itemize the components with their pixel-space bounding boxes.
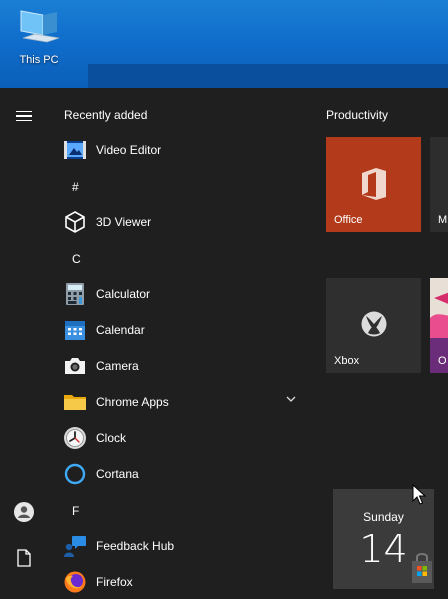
clock-icon: [62, 425, 88, 451]
document-icon: [17, 549, 31, 567]
expand-menu-button[interactable]: [0, 96, 48, 136]
app-cortana[interactable]: Cortana: [62, 456, 306, 492]
office-icon: [362, 168, 386, 200]
mouse-cursor-icon: [412, 484, 426, 505]
app-list: Recently added Video Editor # 3D Viewer …: [48, 88, 310, 599]
office-tile[interactable]: Office: [326, 137, 421, 232]
taskbar-strip: [88, 64, 448, 88]
start-rail: [0, 88, 48, 599]
xbox-tile[interactable]: Xbox: [326, 278, 421, 373]
computer-icon: [20, 10, 60, 43]
feedback-icon: [62, 533, 88, 559]
account-button[interactable]: [0, 492, 48, 532]
cube-icon: [62, 209, 88, 235]
app-firefox[interactable]: Firefox: [62, 564, 306, 599]
camera-icon: [62, 353, 88, 379]
start-menu: Recently added Video Editor # 3D Viewer …: [0, 88, 448, 599]
app-calendar[interactable]: Calendar: [62, 312, 306, 348]
productivity-group-title[interactable]: Productivity: [326, 108, 388, 122]
app-chrome-apps-folder[interactable]: Chrome Apps: [62, 384, 306, 420]
xbox-icon: [361, 311, 387, 337]
video-editor-icon: [62, 137, 88, 163]
letter-header-c[interactable]: C: [72, 252, 81, 266]
app-camera[interactable]: Camera: [62, 348, 306, 384]
app-video-editor[interactable]: Video Editor: [62, 132, 306, 168]
hamburger-icon: [16, 108, 32, 125]
app-clock[interactable]: Clock: [62, 420, 306, 456]
app-calculator[interactable]: Calculator: [62, 276, 306, 312]
firefox-icon: [62, 569, 88, 595]
letter-header-f[interactable]: F: [72, 504, 79, 518]
folder-icon: [62, 389, 88, 415]
this-pc-shortcut[interactable]: This PC: [10, 8, 68, 74]
mail-tile-partial[interactable]: M: [430, 137, 448, 232]
calendar-tile-day: Sunday: [363, 510, 404, 524]
calendar-icon: [62, 317, 88, 343]
onenote-tile-partial[interactable]: O: [430, 278, 448, 373]
cortana-icon: [62, 461, 88, 487]
chevron-down-icon[interactable]: [286, 396, 296, 402]
desktop: This PC: [0, 0, 448, 88]
documents-button[interactable]: [0, 538, 48, 578]
store-bag-icon: [412, 553, 432, 583]
letter-header-hash[interactable]: #: [72, 180, 79, 194]
tiles-area: Productivity Office M Xbox O Sunday 14: [310, 88, 448, 599]
user-icon: [14, 502, 34, 522]
recently-added-heading: Recently added: [64, 108, 148, 122]
this-pc-label: This PC: [19, 54, 59, 66]
app-3d-viewer[interactable]: 3D Viewer: [62, 204, 306, 240]
app-feedback-hub[interactable]: Feedback Hub: [62, 528, 306, 564]
calculator-icon: [62, 281, 88, 307]
